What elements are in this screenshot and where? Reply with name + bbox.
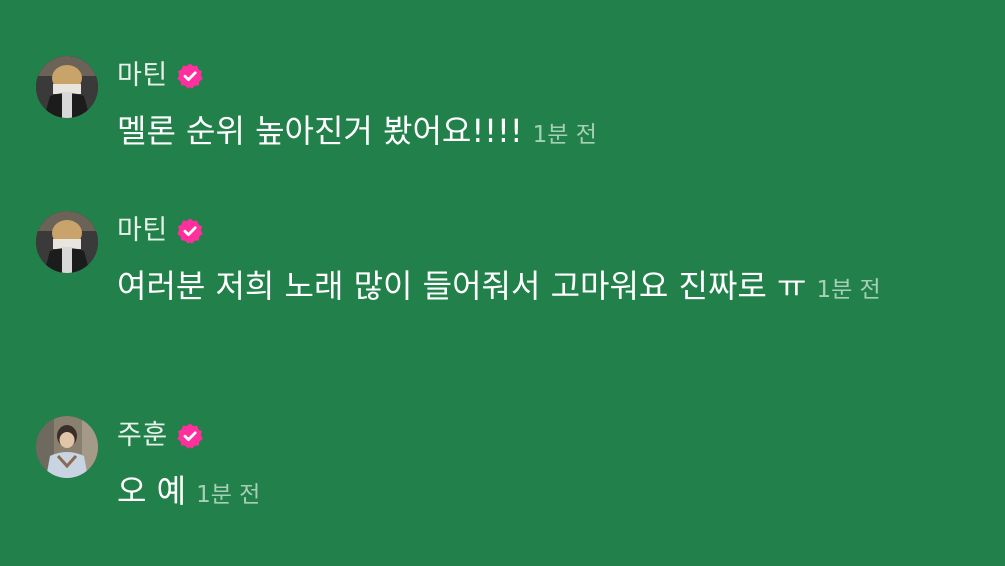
avatar[interactable] <box>36 416 98 478</box>
timestamp: 1분 전 <box>196 482 261 508</box>
message-text: 여러분 저희 노래 많이 들어줘서 고마워요 진짜로 ㅠ <box>117 267 807 305</box>
message-text: 멜론 순위 높아진거 봤어요!!!! <box>117 112 523 150</box>
author-name[interactable]: 주훈 <box>117 419 168 453</box>
avatar-photo-icon <box>36 416 98 478</box>
message-text: 오 예 <box>117 472 187 510</box>
verified-badge-icon <box>177 218 203 244</box>
avatar-photo-icon <box>36 56 98 118</box>
author-row: 마틴 <box>117 59 204 93</box>
avatar[interactable] <box>36 56 98 118</box>
message-body: 여러분 저희 노래 많이 들어줘서 고마워요 진짜로 ㅠ 1분 전 <box>117 256 947 320</box>
verified-badge-icon <box>177 63 203 89</box>
timestamp: 1분 전 <box>816 277 881 303</box>
chat-feed: 마틴 멜론 순위 높아진거 봤어요!!!! 1분 전 마틴 여러분 저희 노래 … <box>0 0 1005 566</box>
avatar[interactable] <box>36 211 98 273</box>
author-row: 주훈 <box>117 419 204 453</box>
author-name[interactable]: 마틴 <box>117 214 168 248</box>
message-body: 오 예 1분 전 <box>117 461 947 525</box>
message-body: 멜론 순위 높아진거 봤어요!!!! 1분 전 <box>117 101 947 165</box>
author-name[interactable]: 마틴 <box>117 59 168 93</box>
verified-badge-icon <box>177 423 203 449</box>
author-row: 마틴 <box>117 214 204 248</box>
avatar-photo-icon <box>36 211 98 273</box>
timestamp: 1분 전 <box>532 122 597 148</box>
